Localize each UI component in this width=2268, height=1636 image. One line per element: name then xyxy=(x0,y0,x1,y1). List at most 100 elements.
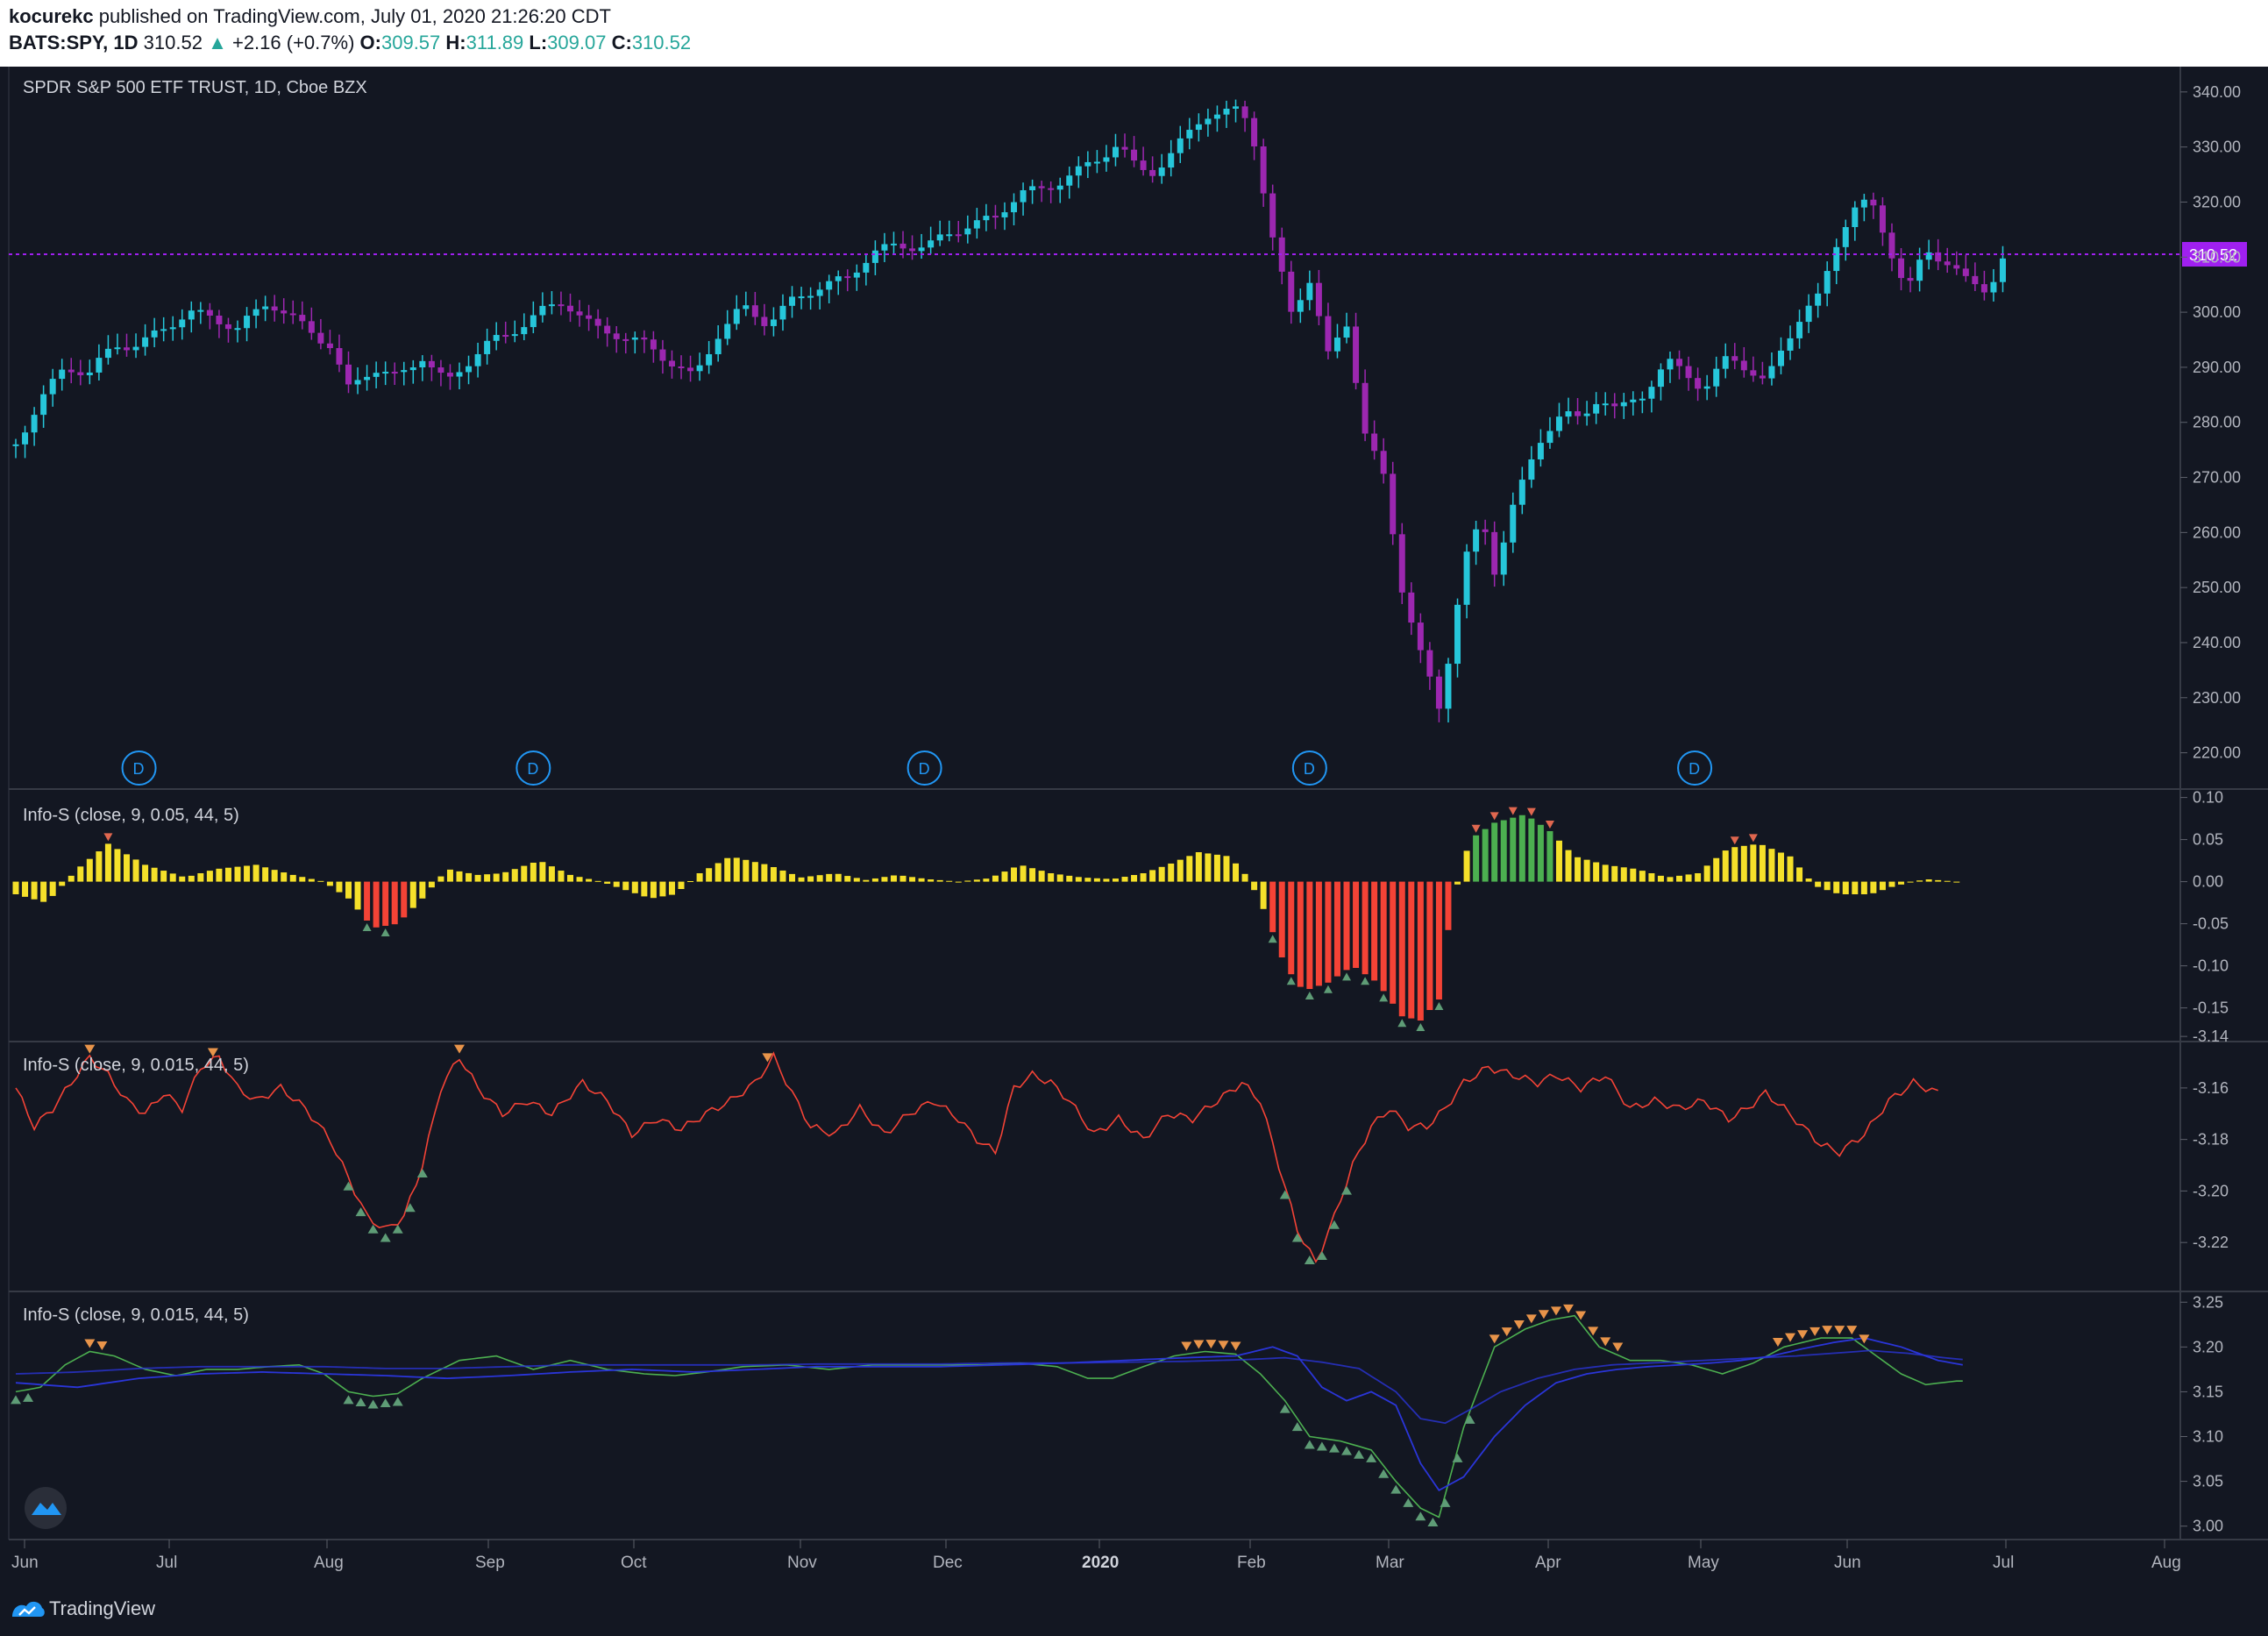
candle-body[interactable] xyxy=(743,305,750,309)
candle-body[interactable] xyxy=(1223,108,1230,115)
histogram-bar[interactable] xyxy=(918,878,925,882)
candle-body[interactable] xyxy=(1306,282,1313,301)
candle-body[interactable] xyxy=(188,310,195,320)
histogram-bar[interactable] xyxy=(502,871,509,882)
candle-body[interactable] xyxy=(1233,106,1240,109)
histogram-bar[interactable] xyxy=(881,877,888,882)
candle-body[interactable] xyxy=(68,369,75,373)
histogram-bar[interactable] xyxy=(1695,873,1702,882)
candle-body[interactable] xyxy=(1195,124,1202,131)
histogram-bar[interactable] xyxy=(1667,877,1674,882)
candle-body[interactable] xyxy=(1695,378,1702,389)
candle-body[interactable] xyxy=(928,240,935,248)
candle-body[interactable] xyxy=(558,304,565,307)
histogram-bar[interactable] xyxy=(271,870,278,882)
candle-body[interactable] xyxy=(798,296,805,299)
histogram-bar[interactable] xyxy=(484,874,491,882)
candle-body[interactable] xyxy=(751,305,758,317)
candle-body[interactable] xyxy=(853,272,860,278)
histogram-bar[interactable] xyxy=(1657,875,1664,882)
candle-body[interactable] xyxy=(1575,411,1582,416)
histogram-bar[interactable] xyxy=(382,881,389,926)
histogram-bar[interactable] xyxy=(1777,852,1784,882)
histogram-bar[interactable] xyxy=(1205,853,1212,882)
candle-body[interactable] xyxy=(1852,207,1859,228)
histogram-bar[interactable] xyxy=(1066,875,1073,882)
candle-body[interactable] xyxy=(446,373,453,377)
histogram-bar[interactable] xyxy=(262,867,269,882)
candle-body[interactable] xyxy=(1703,386,1710,389)
candle-body[interactable] xyxy=(1325,316,1332,352)
candle-body[interactable] xyxy=(1251,117,1258,146)
histogram-bar[interactable] xyxy=(1703,865,1710,882)
candle-body[interactable] xyxy=(1213,114,1220,119)
histogram-bar[interactable] xyxy=(779,870,786,882)
histogram-bar[interactable] xyxy=(1870,881,1877,893)
candle-body[interactable] xyxy=(1648,387,1655,399)
histogram-bar[interactable] xyxy=(594,880,601,882)
histogram-bar[interactable] xyxy=(1343,881,1350,971)
histogram-bar[interactable] xyxy=(964,880,971,882)
histogram-bar[interactable] xyxy=(1528,818,1535,882)
candle-body[interactable] xyxy=(1740,360,1747,371)
histogram-bar[interactable] xyxy=(1787,856,1794,882)
histogram-bar[interactable] xyxy=(308,878,315,882)
candle-body[interactable] xyxy=(1168,153,1175,168)
histogram-bar[interactable] xyxy=(336,881,343,893)
histogram-bar[interactable] xyxy=(706,868,713,882)
candle-body[interactable] xyxy=(206,309,213,316)
histogram-bar[interactable] xyxy=(317,880,324,882)
info-s-multiline-pane[interactable] xyxy=(11,1304,1963,1527)
histogram-bar[interactable] xyxy=(1935,879,1942,882)
histogram-bar[interactable] xyxy=(1168,863,1175,882)
candle-body[interactable] xyxy=(456,372,463,377)
histogram-bar[interactable] xyxy=(179,876,186,882)
candle-body[interactable] xyxy=(12,444,19,446)
histogram-bar[interactable] xyxy=(68,875,75,882)
tradingview-brand[interactable]: TradingView xyxy=(49,1597,155,1620)
candle-body[interactable] xyxy=(1482,529,1489,532)
candle-body[interactable] xyxy=(899,243,906,249)
histogram-bar[interactable] xyxy=(1454,881,1461,885)
histogram-bar[interactable] xyxy=(955,881,962,883)
candle-body[interactable] xyxy=(77,372,84,375)
candle-body[interactable] xyxy=(964,228,971,235)
candle-body[interactable] xyxy=(1075,166,1082,176)
candle-body[interactable] xyxy=(281,310,288,314)
histogram-bar[interactable] xyxy=(299,877,306,882)
candle-body[interactable] xyxy=(1426,650,1433,677)
candle-body[interactable] xyxy=(548,304,555,307)
histogram-bar[interactable] xyxy=(521,865,528,882)
histogram-bar[interactable] xyxy=(1510,817,1517,882)
candle-body[interactable] xyxy=(1417,622,1424,651)
histogram-bar[interactable] xyxy=(1944,880,1951,882)
candle-body[interactable] xyxy=(687,367,694,372)
candle-body[interactable] xyxy=(1020,189,1027,203)
histogram-bar[interactable] xyxy=(114,849,121,882)
candle-body[interactable] xyxy=(1131,149,1138,161)
histogram-bar[interactable] xyxy=(1925,879,1932,882)
candle-body[interactable] xyxy=(955,234,962,237)
candle-body[interactable] xyxy=(289,313,296,316)
histogram-bar[interactable] xyxy=(1380,881,1387,992)
candle-body[interactable] xyxy=(354,380,361,385)
candle-body[interactable] xyxy=(1999,258,2006,282)
candle-body[interactable] xyxy=(511,334,518,337)
histogram-bar[interactable] xyxy=(1537,824,1544,882)
histogram-bar[interactable] xyxy=(1001,871,1008,882)
histogram-bar[interactable] xyxy=(252,864,260,882)
candle-body[interactable] xyxy=(1907,278,1914,281)
info-s-line-pane[interactable] xyxy=(15,1044,1938,1264)
histogram-bar[interactable] xyxy=(428,881,435,888)
histogram-bar[interactable] xyxy=(1611,865,1618,882)
histogram-bar[interactable] xyxy=(1815,881,1822,887)
candle-body[interactable] xyxy=(373,373,380,377)
candle-body[interactable] xyxy=(1860,199,1867,208)
candle-body[interactable] xyxy=(428,360,435,368)
candle-body[interactable] xyxy=(1805,305,1812,323)
candle-body[interactable] xyxy=(1750,370,1757,376)
histogram-bar[interactable] xyxy=(548,866,555,882)
histogram-bar[interactable] xyxy=(364,881,371,921)
candle-body[interactable] xyxy=(1944,261,1951,266)
histogram-bar[interactable] xyxy=(206,871,213,882)
